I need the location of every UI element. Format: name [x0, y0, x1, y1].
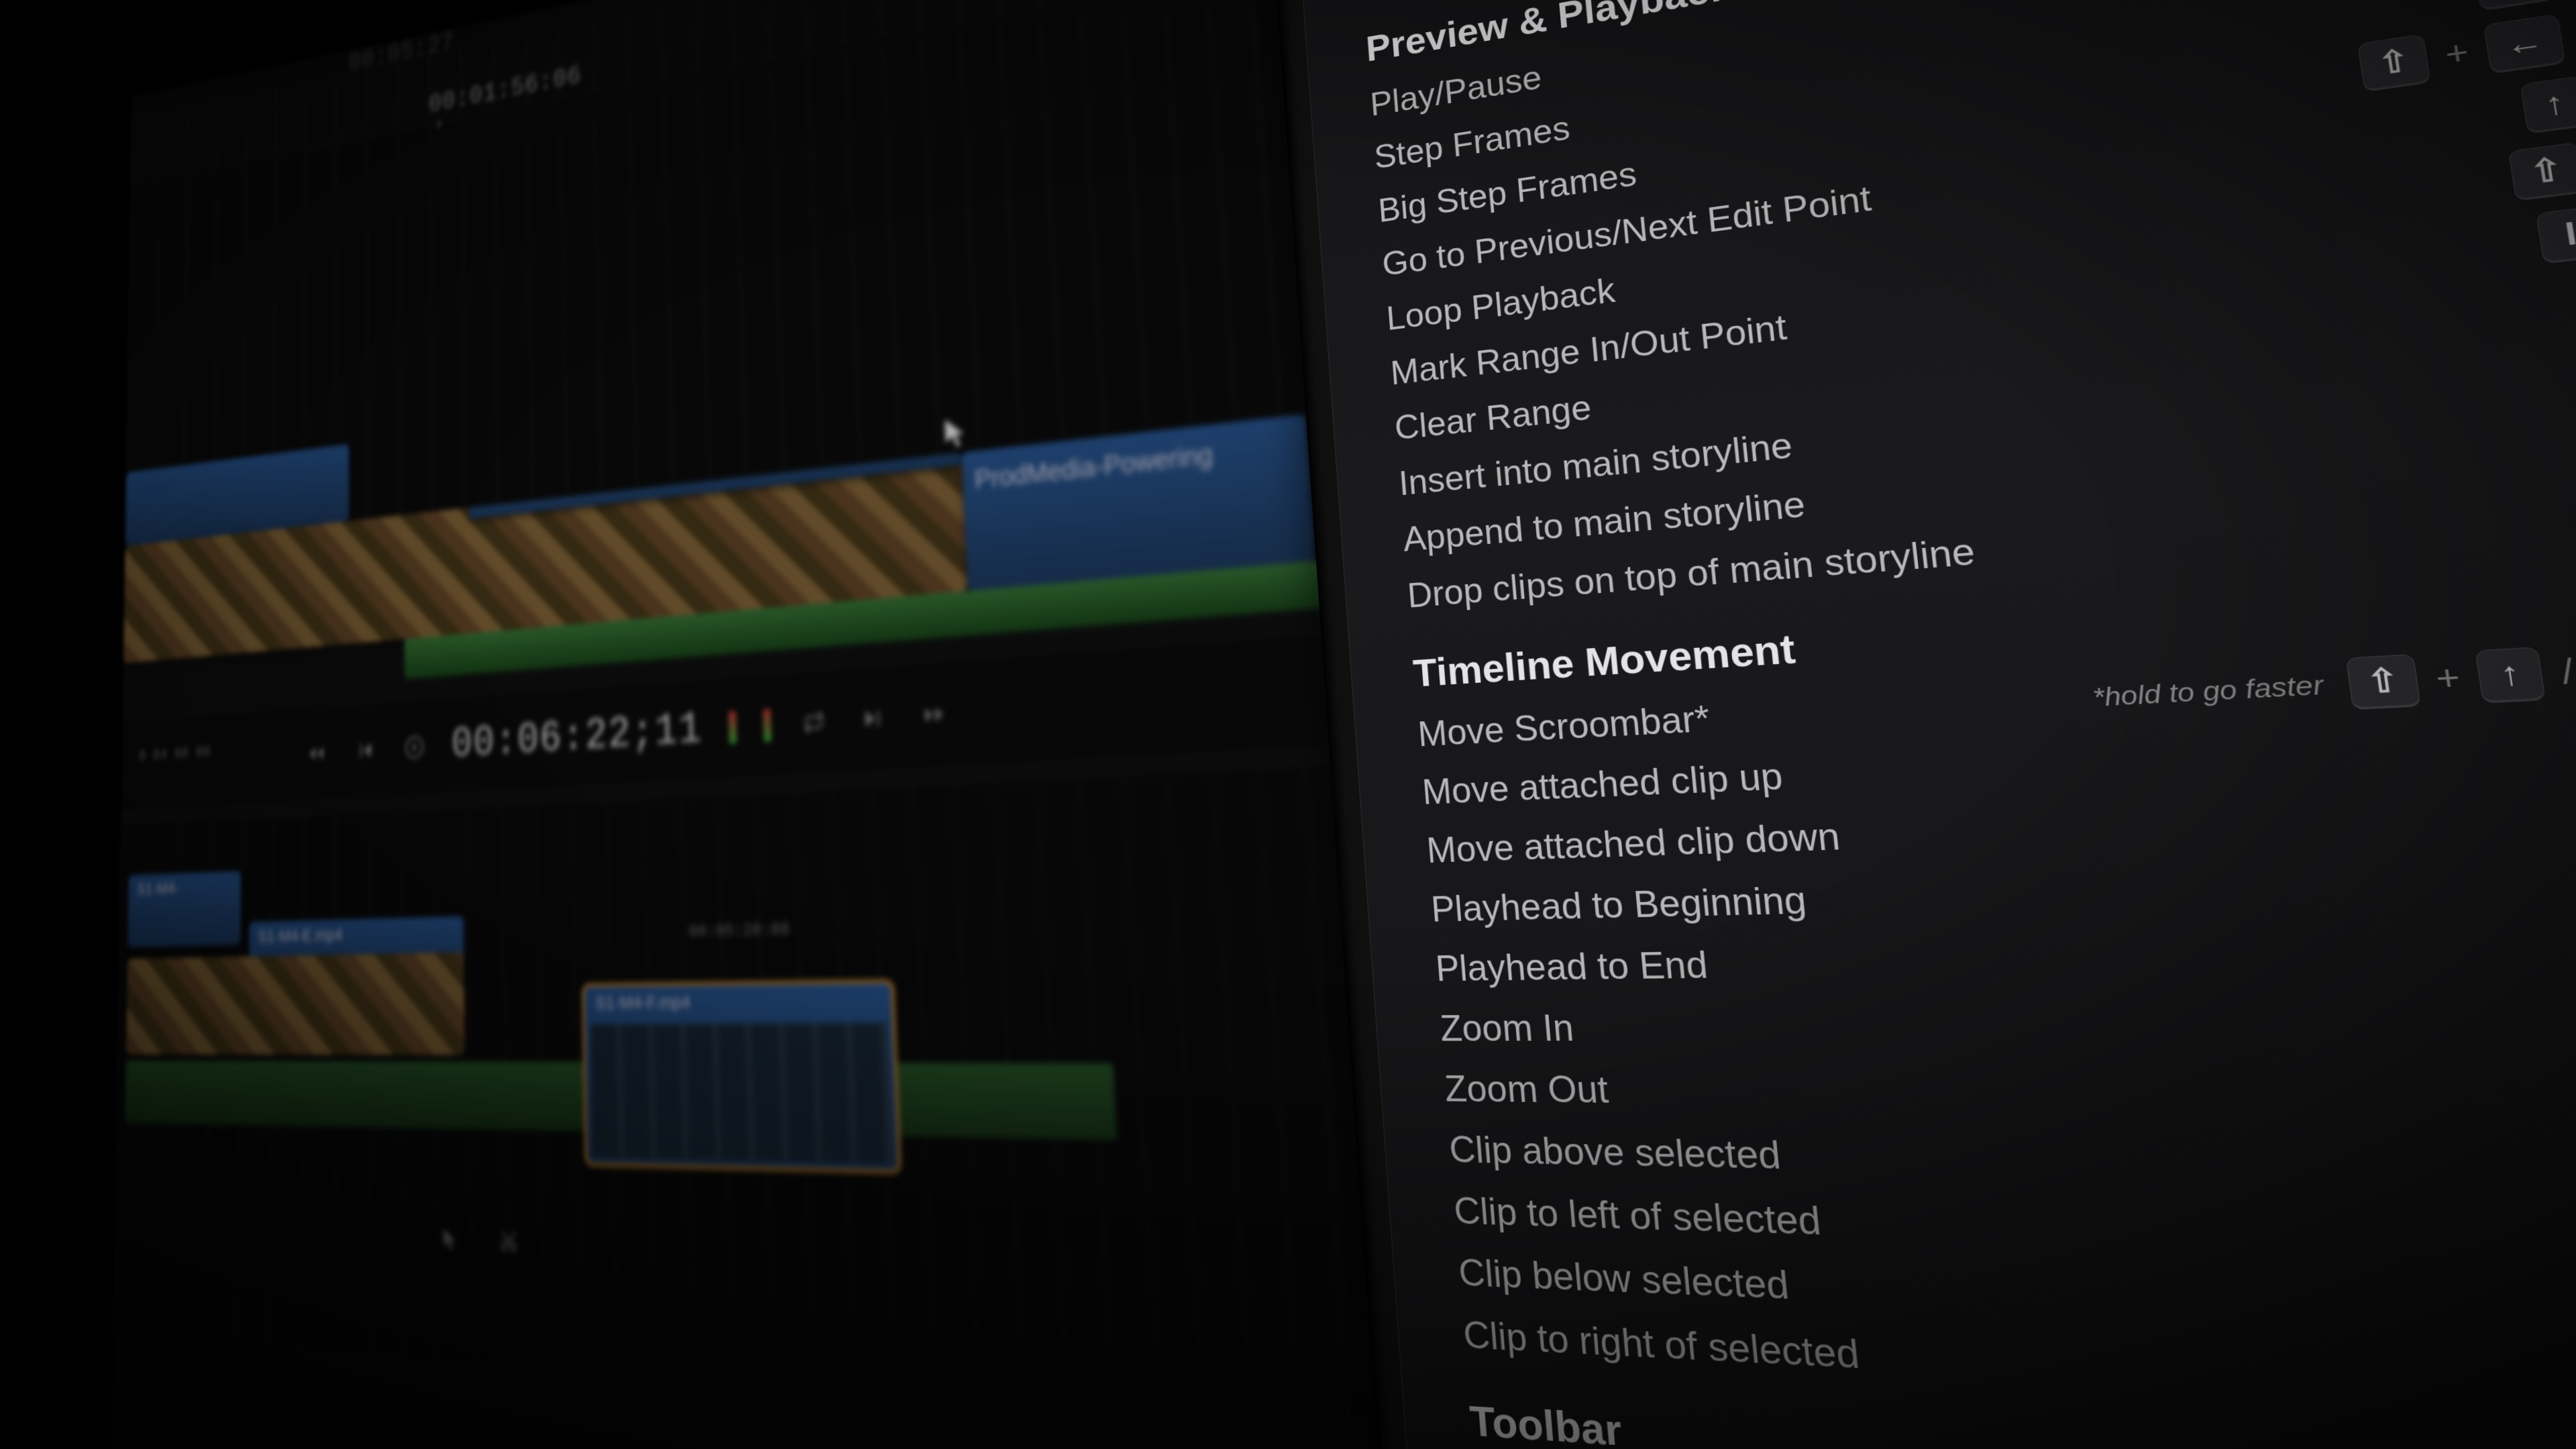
blade-tool-icon[interactable]: [494, 1223, 523, 1259]
key-cap: ⇧: [2346, 654, 2421, 710]
shortcut-label: Move attached clip down: [1426, 814, 1842, 871]
key-cap: ←: [2483, 13, 2566, 74]
transport-timecode: 00:06:22;11: [451, 704, 703, 769]
clip-thumbnails[interactable]: [126, 952, 465, 1055]
clip-title: ProdMedia-Powering: [974, 439, 1214, 495]
shortcut-label: Clip below selected: [1457, 1250, 1791, 1308]
separator-plus: +: [2439, 34, 2475, 74]
keyboard-shortcuts-panel: Keyboard Shortcuts Preview & PlaybackPla…: [1297, 0, 2576, 1449]
shortcut-label: Clip to left of selected: [1452, 1189, 1823, 1244]
screenshot-scene: 00:05:27 00:01:56:06 X - Slow Shutter.mp…: [0, 0, 2576, 1449]
key-cap: ↑: [2475, 647, 2546, 703]
timeline-lower-storyline[interactable]: 00:05:20:00 S1-M4- S1-M4-E.mp4 S1-M4-F.m…: [113, 762, 1462, 1426]
ruler-timecode: 00:05:27: [349, 28, 455, 78]
play-outline-icon[interactable]: [401, 731, 428, 765]
shortcut-label: Zoom Out: [1443, 1067, 1610, 1112]
clip-title: S1-M4-F.mp4: [595, 992, 690, 1014]
selection-tool-icon[interactable]: [437, 1221, 465, 1257]
key-cap: I: [2536, 206, 2576, 264]
key-cap: ⇧: [2357, 34, 2430, 92]
fast-forward-icon[interactable]: [918, 696, 952, 734]
shortcut-label: Clip to right of selected: [1462, 1313, 1862, 1378]
shortcut-row: Zoom In=: [1438, 987, 2576, 1061]
clip-thumbnails: [590, 1023, 892, 1163]
shortcut-label: Move attached clip up: [1421, 755, 1784, 813]
rewind-icon[interactable]: [304, 737, 329, 770]
skip-forward-icon[interactable]: [857, 700, 890, 737]
shortcut-label: Move Scroombar*: [1416, 697, 1711, 755]
adjacent-clip[interactable]: ProdMedia-Powering: [962, 414, 1316, 590]
ruler-timecode: 00:05:20:00: [688, 920, 790, 943]
shortcut-footnote: *hold to go faster: [2091, 669, 2326, 713]
skip-back-icon[interactable]: [352, 734, 378, 767]
mini-timecode: 0 04 00 00: [139, 744, 211, 765]
timeline-toolbar: [437, 1221, 523, 1260]
mouse-cursor-icon: [943, 415, 967, 448]
selected-clip[interactable]: S1-M4-F.mp4: [585, 983, 898, 1170]
shortcuts-sections: Preview & PlaybackPlay/PauseSpaceorKStep…: [1364, 0, 2576, 1449]
clip-title-bar: X - Slow Shutter.mp4: [469, 452, 962, 519]
clip-title: S1-M4-: [137, 879, 179, 900]
separator-plus: +: [2429, 658, 2466, 700]
clip[interactable]: S1-M4-: [127, 871, 241, 947]
clip-title: X - Slow Shutter.mp4: [479, 456, 675, 506]
shortcut-label: Zoom In: [1439, 1006, 1576, 1050]
shortcut-label: Playhead to Beginning: [1430, 878, 1809, 930]
shortcut-label: Playhead to End: [1434, 943, 1709, 990]
audio-meter: [729, 711, 737, 744]
screen-plane: 00:05:27 00:01:56:06 X - Slow Shutter.mp…: [111, 0, 2576, 1449]
audio-meter: [763, 709, 771, 742]
loop-icon[interactable]: [798, 704, 830, 741]
shortcut-label: Clip above selected: [1448, 1128, 1782, 1178]
video-editor-background: 00:05:27 00:01:56:06 X - Slow Shutter.mp…: [111, 0, 1480, 1449]
key-cap: ⇧: [2508, 142, 2576, 201]
clip-title: S1-M4-E.mp4: [258, 925, 343, 947]
key-cap: ↑: [2520, 76, 2576, 134]
separator-slash: /: [2555, 651, 2576, 693]
